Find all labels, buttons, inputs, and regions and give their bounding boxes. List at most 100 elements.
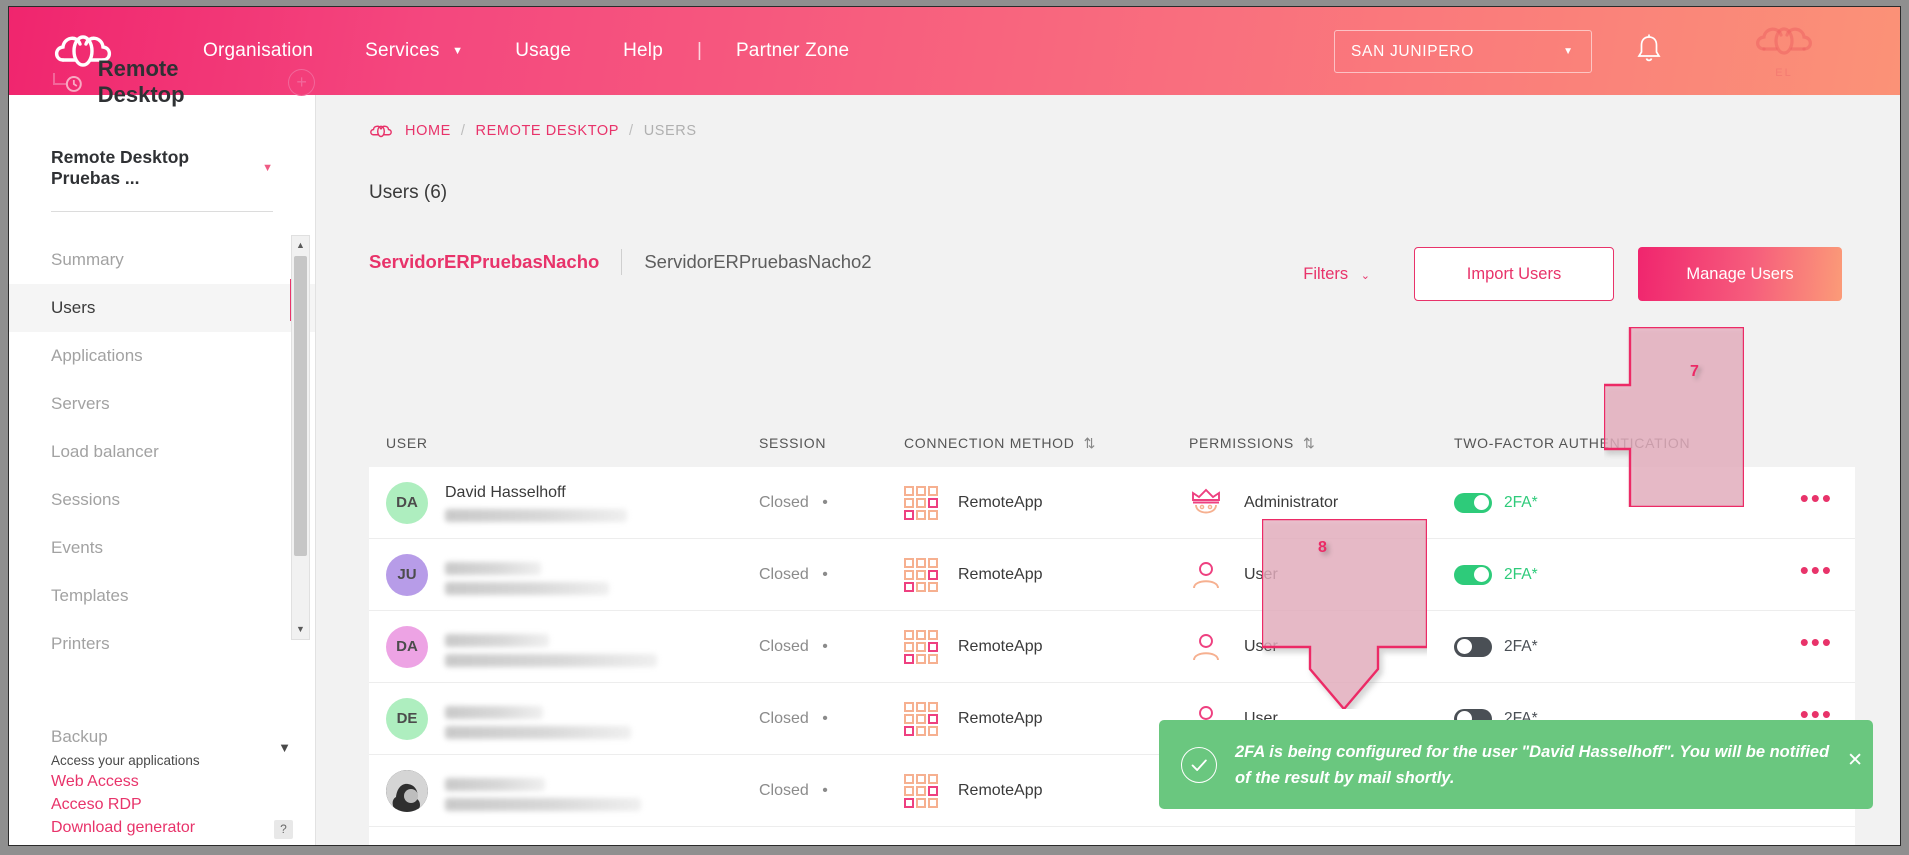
chevron-down-icon: ⌄ <box>1360 269 1370 282</box>
user-name-redacted <box>445 633 549 647</box>
toggle-knob <box>1474 495 1489 510</box>
cell-actions: ••• <box>1754 557 1855 584</box>
scrollbar-thumb[interactable] <box>294 256 307 556</box>
acceso-rdp-link[interactable]: Acceso RDP <box>51 796 316 814</box>
scroll-down-icon[interactable]: ▼ <box>292 621 309 638</box>
sidebar-item-events[interactable]: Events <box>9 524 315 572</box>
sort-icon[interactable]: ⇅ <box>1084 435 1096 452</box>
web-access-link[interactable]: Web Access <box>51 773 316 791</box>
user-account-logo[interactable]: EL <box>1736 21 1832 83</box>
row-menu-icon[interactable]: ••• <box>1800 627 1833 657</box>
notification-bell-icon[interactable] <box>1636 33 1662 65</box>
column-header-permissions[interactable]: PERMISSIONS ⇅ <box>1189 435 1454 452</box>
breadcrumb-item-home[interactable]: HOME <box>405 123 451 139</box>
sidebar: Remote Desktop + Remote Desktop Pruebas … <box>9 56 316 845</box>
nav-separator: | <box>697 40 702 61</box>
column-header-connection-method[interactable]: CONNECTION METHOD ⇅ <box>904 435 1189 452</box>
connection-method-label: RemoteApp <box>958 781 1043 799</box>
two-factor-toggle[interactable] <box>1454 492 1492 513</box>
sidebar-item-label: Events <box>51 538 103 557</box>
cell-connection-method: RemoteApp <box>904 557 1189 592</box>
sidebar-item-applications[interactable]: Applications <box>9 332 315 380</box>
cell-connection-method: RemoteApp <box>904 701 1189 736</box>
annotation-label-8: 8 <box>1318 539 1327 556</box>
sidebar-item-servers[interactable]: Servers <box>9 380 315 428</box>
nav-item-services[interactable]: Services ▼ <box>339 40 489 62</box>
sidebar-item-label: Users <box>51 298 96 317</box>
session-dot-icon: • <box>822 709 828 727</box>
breadcrumb-separator: / <box>629 123 634 139</box>
manage-users-button[interactable]: Manage Users <box>1638 247 1842 301</box>
user-email-redacted <box>445 653 657 667</box>
import-users-button[interactable]: Import Users <box>1414 247 1614 301</box>
connection-method-label: RemoteApp <box>958 493 1043 511</box>
table-row[interactable]: JU Closed • RemoteApp User 2FA* ••• <box>369 539 1855 611</box>
user-email-redacted <box>445 725 631 739</box>
annotation-label-7: 7 <box>1690 363 1699 380</box>
column-label-session: SESSION <box>759 435 827 451</box>
sidebar-item-label: Load balancer <box>51 442 159 461</box>
session-dot-icon: • <box>822 565 828 583</box>
row-menu-icon[interactable]: ••• <box>1800 483 1833 513</box>
sort-icon[interactable]: ⇅ <box>1303 435 1315 452</box>
import-users-label: Import Users <box>1466 264 1562 283</box>
chevron-down-icon: ▼ <box>262 162 273 174</box>
breadcrumb-item-remote-desktop[interactable]: REMOTE DESKTOP <box>476 123 620 139</box>
table-row[interactable]: Closed • RemoteApp <box>369 827 1855 845</box>
sidebar-item-label: Summary <box>51 250 124 269</box>
nav-label-partner-zone: Partner Zone <box>735 40 850 61</box>
two-factor-toggle[interactable] <box>1454 636 1492 657</box>
user-name-redacted <box>445 705 543 719</box>
nav-item-help[interactable]: Help <box>597 40 689 62</box>
session-dot-icon: • <box>822 637 828 655</box>
close-icon[interactable]: ✕ <box>1847 749 1863 772</box>
sidebar-footer: Backup Access your applications Web Acce… <box>9 727 316 837</box>
cloud-home-icon[interactable] <box>369 123 393 139</box>
sidebar-item-templates[interactable]: Templates <box>9 572 315 620</box>
tab-servidor-er-pruebas-nacho2[interactable]: ServidorERPruebasNacho2 <box>644 251 871 273</box>
row-menu-icon[interactable]: ••• <box>1800 555 1833 585</box>
remoteapp-grid-icon <box>904 701 938 736</box>
sidebar-nav-list: Summary Users Applications Servers Load … <box>9 236 315 668</box>
sidebar-scrollbar[interactable]: ▲ ▼ <box>291 235 310 640</box>
service-header: Remote Desktop + <box>9 56 315 107</box>
organisation-selector[interactable]: SAN JUNIPERO ▼ <box>1334 30 1592 73</box>
help-badge[interactable]: ? <box>274 820 293 839</box>
remoteapp-grid-icon <box>904 629 938 664</box>
sidebar-item-load-balancer[interactable]: Load balancer <box>9 428 315 476</box>
tab-servidor-er-pruebas-nacho[interactable]: ServidorERPruebasNacho <box>369 251 599 273</box>
page-header: Users (6) <box>369 165 1900 221</box>
session-status: Closed <box>759 781 809 799</box>
sidebar-item-printers[interactable]: Printers <box>9 620 315 668</box>
remoteapp-grid-icon <box>904 773 938 808</box>
two-factor-toggle[interactable] <box>1454 564 1492 585</box>
two-factor-label: 2FA* <box>1504 565 1538 583</box>
sidebar-item-backup[interactable]: Backup <box>51 727 316 747</box>
add-service-button[interactable]: + <box>288 68 315 96</box>
scroll-up-icon[interactable]: ▲ <box>292 237 309 254</box>
cell-actions: ••• <box>1754 485 1855 512</box>
cell-user: DE <box>369 697 759 740</box>
sidebar-item-label: Printers <box>51 634 110 653</box>
cell-session: Closed • <box>759 638 904 656</box>
session-status: Closed <box>759 493 809 511</box>
toast-message: 2FA is being configured for the user "Da… <box>1235 742 1830 787</box>
nav-label-services: Services <box>365 40 440 61</box>
column-label-permissions: PERMISSIONS <box>1189 435 1294 451</box>
sidebar-collapse-toggle[interactable]: ▼ <box>278 740 291 755</box>
table-row[interactable]: DA Closed • RemoteApp User 2FA* ••• <box>369 611 1855 683</box>
filters-button[interactable]: Filters ⌄ <box>1303 265 1370 284</box>
sidebar-item-users[interactable]: Users <box>9 284 315 332</box>
nav-label-usage: Usage <box>515 40 572 61</box>
column-header-session: SESSION <box>759 435 904 451</box>
breadcrumb: HOME / REMOTE DESKTOP / USERS <box>316 95 1900 139</box>
nav-item-usage[interactable]: Usage <box>489 40 597 62</box>
instance-selector[interactable]: Remote Desktop Pruebas ... ▼ <box>9 147 315 189</box>
nav-item-partner-zone[interactable]: Partner Zone <box>710 40 875 62</box>
avatar: DE <box>386 697 428 740</box>
sidebar-item-summary[interactable]: Summary <box>9 236 315 284</box>
sidebar-item-sessions[interactable]: Sessions <box>9 476 315 524</box>
main-nav-links: Organisation Services ▼ Usage Help | Par… <box>177 40 875 62</box>
breadcrumb-separator: / <box>460 123 466 139</box>
column-header-user: USER <box>369 435 759 451</box>
